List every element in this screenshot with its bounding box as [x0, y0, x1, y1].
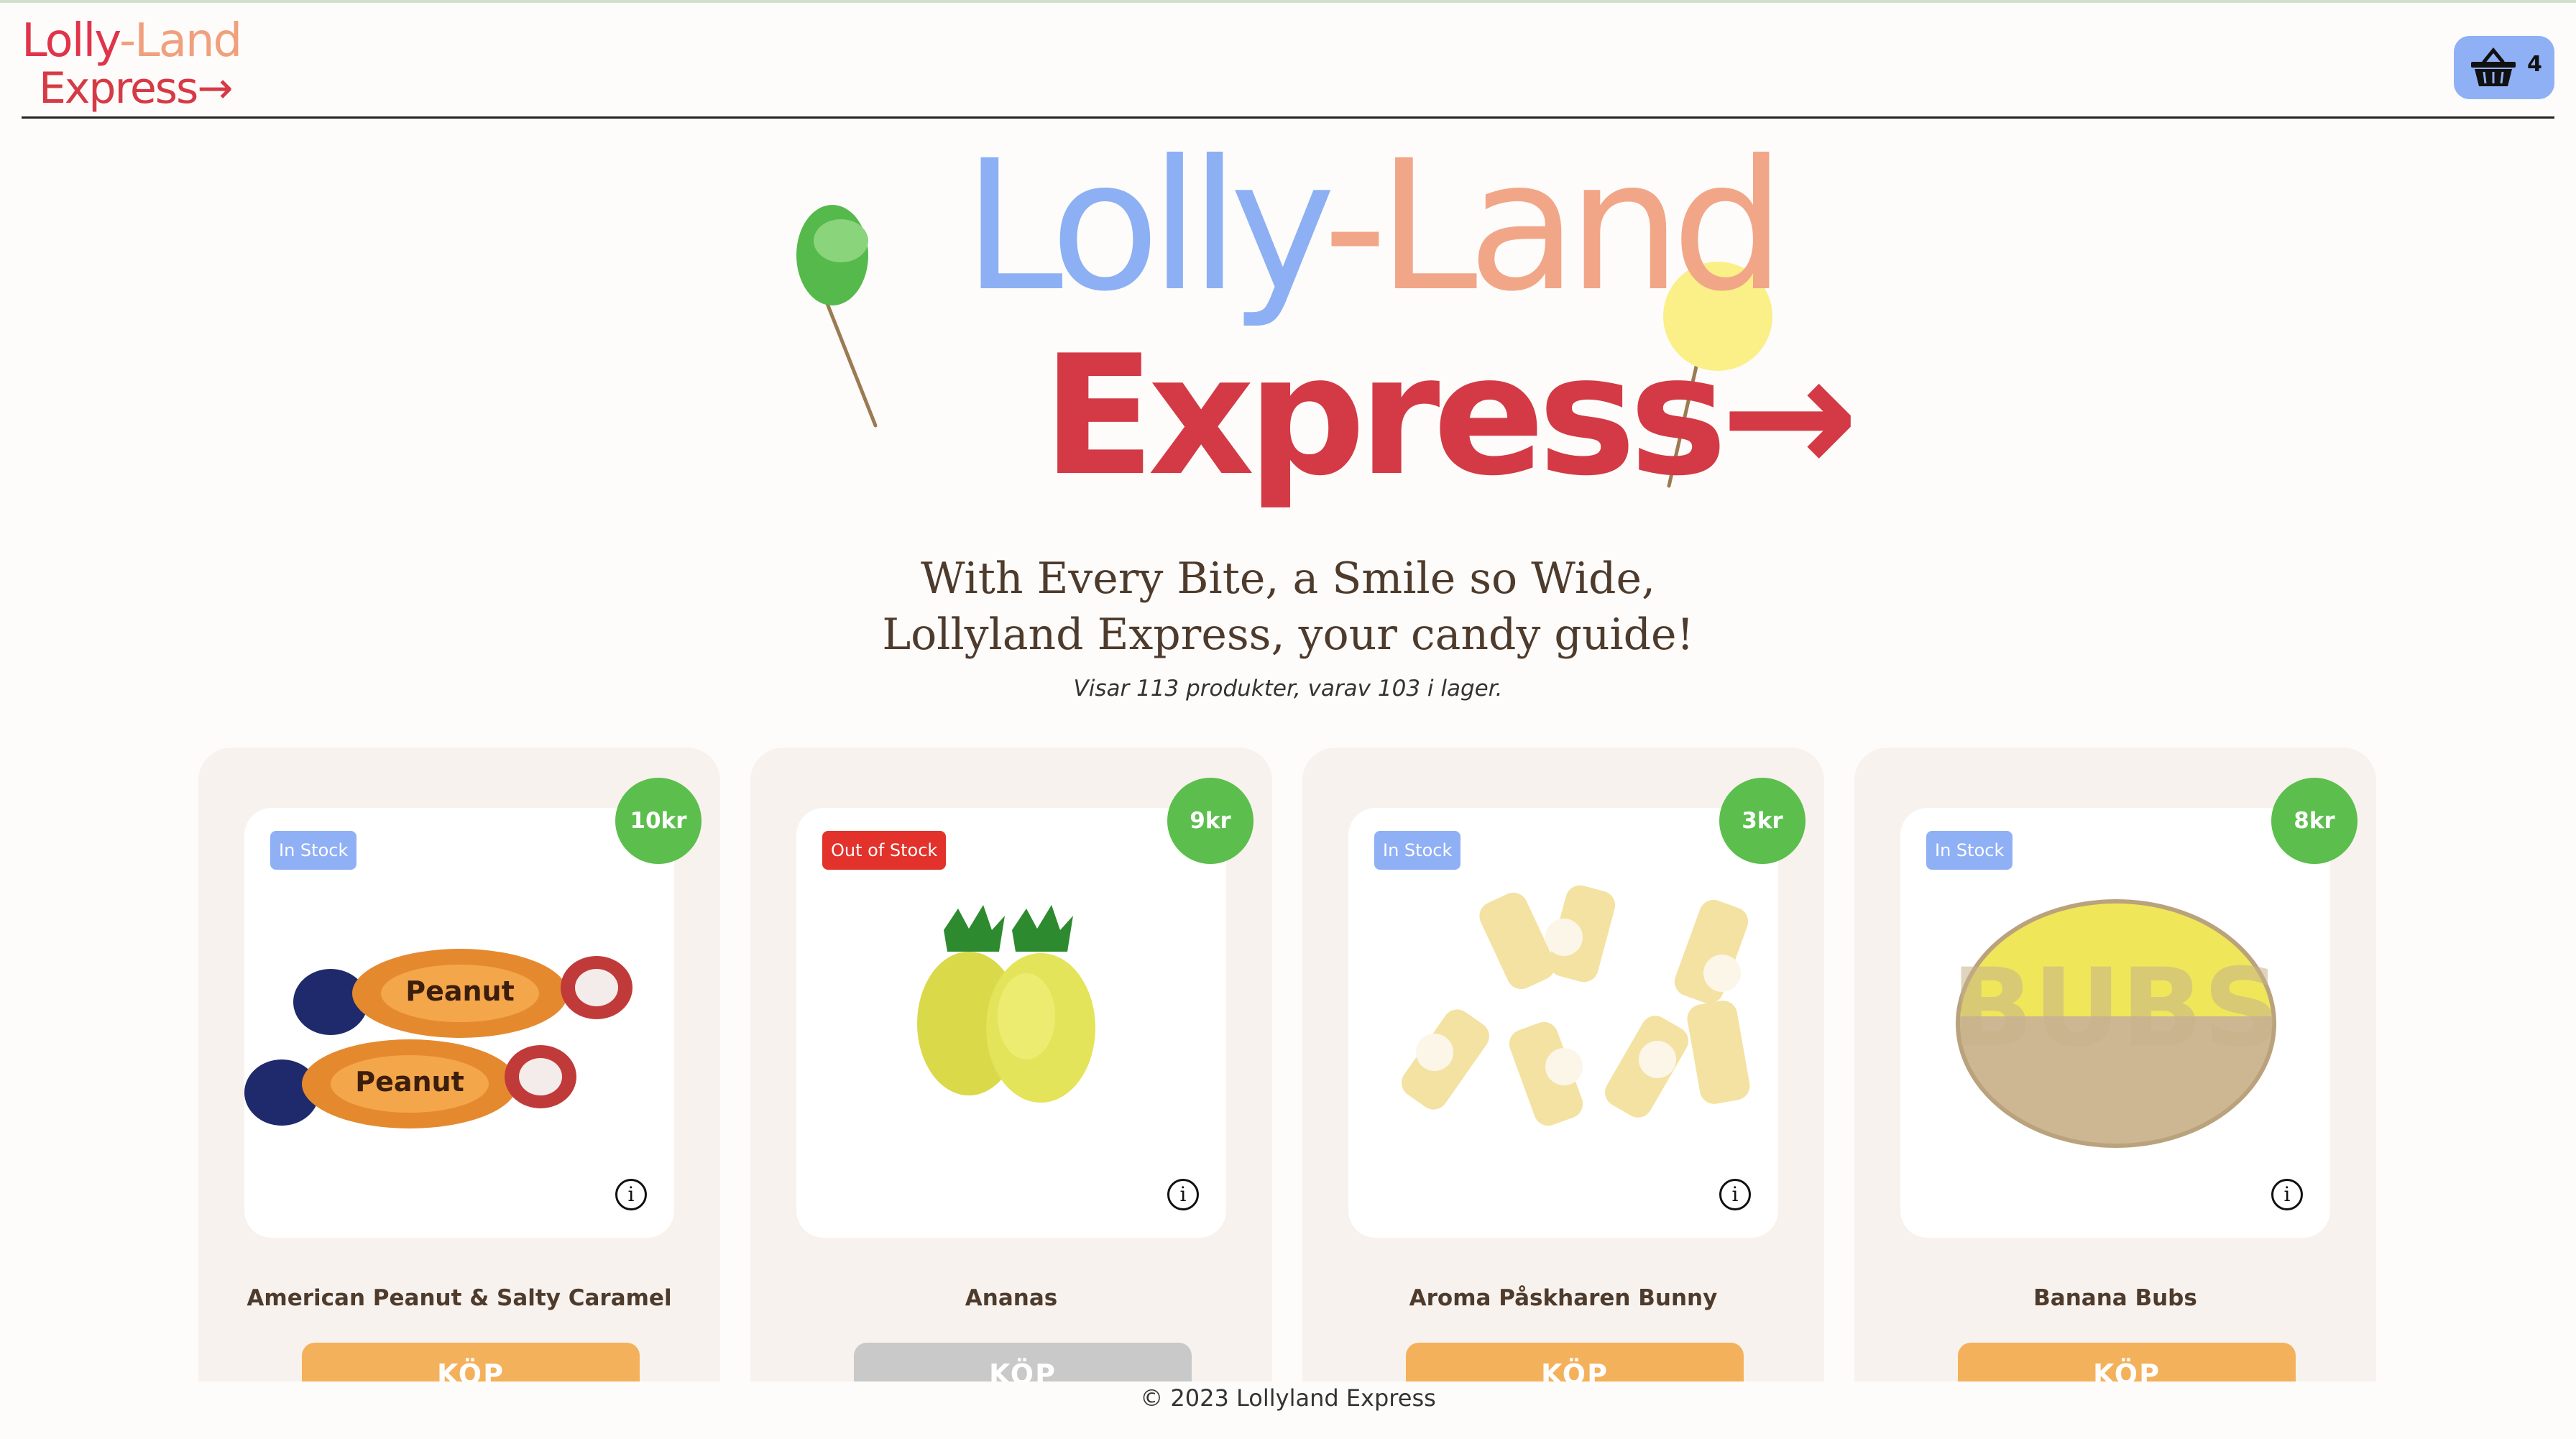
stock-badge: In Stock [270, 831, 357, 870]
header-logo[interactable]: Lolly-Land Express→ [22, 14, 242, 116]
product-card: 3kr In Stock i Aroma Påskharen Bunny KÖP [1302, 748, 1824, 1438]
svg-text:Peanut: Peanut [405, 975, 515, 1007]
footer-copyright: © 2023 Lollyland Express [1140, 1384, 1436, 1412]
pineapple-candy-image [917, 905, 1095, 1103]
svg-text:BUBS: BUBS [1951, 946, 2281, 1071]
price-badge: 8kr [2271, 778, 2358, 864]
price-badge: 9kr [1167, 778, 1254, 864]
logo-text-lolly: Lolly [22, 14, 121, 68]
product-count-text: Visar 113 produkter, varav 103 i lager. [1073, 676, 1503, 702]
product-image[interactable] [1348, 808, 1778, 1238]
price-badge: 10kr [615, 778, 702, 864]
bunny-candy-image [1402, 885, 1750, 1126]
cart-button[interactable]: 4 [2454, 36, 2554, 99]
info-icon[interactable]: i [2271, 1179, 2303, 1210]
svg-text:Peanut: Peanut [355, 1066, 464, 1098]
hero-title-express: Express→ [1042, 321, 1859, 512]
info-icon[interactable]: i [615, 1179, 647, 1210]
bubs-candy-image: BUBS [1951, 899, 2281, 1148]
logo-text-land: -Land [119, 14, 242, 68]
product-card: Peanut Peanut 10kr In Stock i American P… [198, 748, 720, 1438]
hero-title-land: -Land [1322, 121, 1785, 331]
logo-text-express: Express→ [39, 63, 234, 114]
stock-badge: In Stock [1374, 831, 1461, 870]
product-name: American Peanut & Salty Caramel [247, 1285, 672, 1311]
info-icon[interactable]: i [1719, 1179, 1751, 1210]
tagline-line-1: With Every Bite, a Smile so Wide, [920, 553, 1656, 604]
green-lollipop-icon [796, 205, 878, 428]
product-image[interactable] [796, 808, 1226, 1238]
product-name: Banana Bubs [2033, 1285, 2197, 1311]
candy-wrapper-image: Peanut Peanut [244, 949, 632, 1128]
tagline-line-2: Lollyland Express, your candy guide! [882, 610, 1694, 660]
cart-count-badge: 4 [2527, 52, 2542, 77]
hero-logo: Lolly-Land Express→ [963, 137, 1859, 503]
tagline: With Every Bite, a Smile so Wide, Lollyl… [791, 551, 1785, 663]
product-name: Aroma Påskharen Bunny [1409, 1285, 1718, 1311]
product-card: 9kr Out of Stock i Ananas KÖP [750, 748, 1272, 1438]
info-icon[interactable]: i [1167, 1179, 1199, 1210]
stock-badge: Out of Stock [822, 831, 947, 870]
product-name: Ananas [965, 1285, 1058, 1311]
basket-icon [2471, 47, 2516, 86]
product-image[interactable]: Peanut Peanut [244, 808, 674, 1238]
product-image[interactable]: BUBS [1900, 808, 2330, 1238]
hero-title-lolly: Lolly [963, 121, 1333, 331]
stock-badge: In Stock [1926, 831, 2013, 870]
price-badge: 3kr [1719, 778, 1806, 864]
site-header: Lolly-Land Express→ 4 [22, 3, 2554, 119]
product-card: BUBS 8kr In Stock i Banana Bubs KÖP [1854, 748, 2376, 1438]
